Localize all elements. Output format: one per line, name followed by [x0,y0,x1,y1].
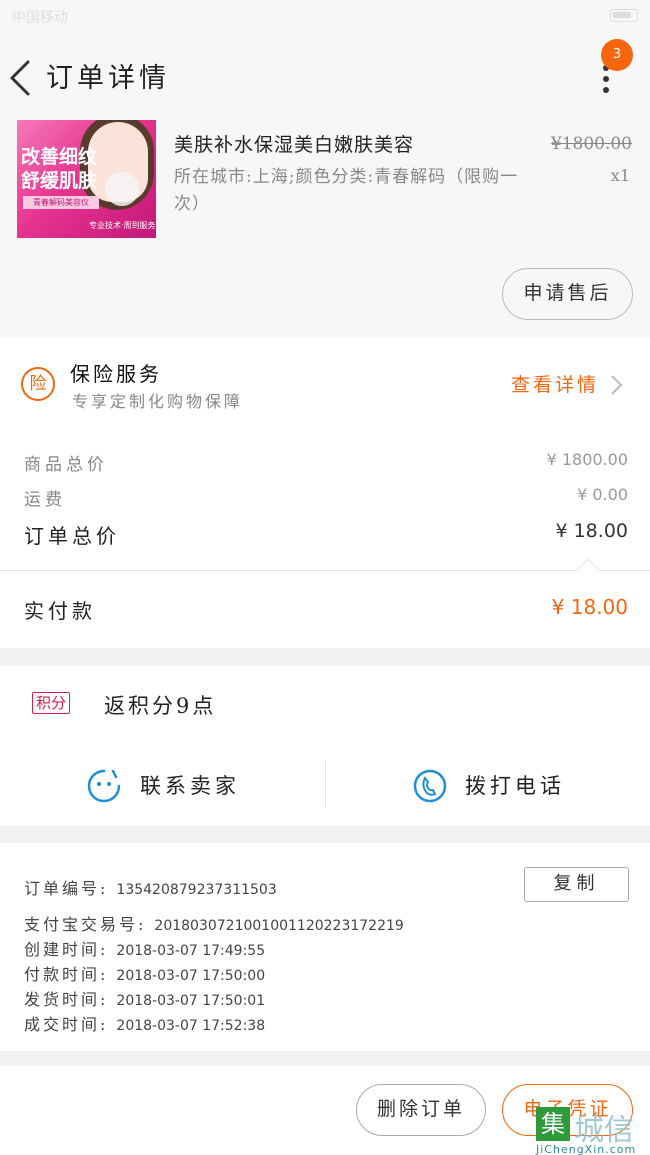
product-image-line2: 舒缓肌肤 [21,170,98,192]
shipping-label: 运费 [24,490,66,510]
order-number-value: 135420879237311503 [116,882,277,898]
goods-total-value: ¥ 1800.00 [546,450,628,469]
shipped-time-label: 发货时间: [24,990,109,1009]
order-info-section: 订单编号: 135420879237311503 复制 支付宝交易号: 201803… [0,843,650,1051]
product-image-line1: 改善细纹 [21,146,98,168]
alipay-value: 2018030721001001120223172219 [154,918,404,934]
product-title[interactable]: 美肤补水保湿美白嫩肤美容 [174,130,414,157]
order-total-label: 订单总价 [24,524,120,548]
back-arrow-icon[interactable] [4,58,36,98]
product-image[interactable]: 改善细纹 舒缓肌肤 青春解码美容仪 专业技术·周到服务 [17,120,156,238]
watermark-box: 集 [536,1107,570,1141]
points-text: 返积分9点 [104,694,217,718]
created-time-value: 2018-03-07 17:49:55 [116,943,266,959]
product-quantity: x1 [610,166,630,185]
delete-order-button[interactable]: 删除订单 [356,1084,486,1136]
points-tag: 积分 [32,692,71,714]
shipped-time-value: 2018-03-07 17:50:01 [116,993,266,1009]
product-section: 改善细纹 舒缓肌肤 青春解码美容仪 专业技术·周到服务 美肤补水保湿美白嫩肤美容… [0,120,650,338]
order-total-value: ¥ 18.00 [555,520,628,542]
contact-seller-button[interactable]: 联系卖家 [0,756,325,812]
battery-icon [610,9,638,22]
carrier-label: 中国移动 [12,10,68,26]
phone-icon [413,769,447,803]
completed-time-line: 成交时间: 2018-03-07 17:52:38 [24,1011,265,1035]
paid-time-label: 付款时间: [24,965,109,984]
product-original-price: ¥1800.00 [550,134,632,154]
product-image-line4: 专业技术·周到服务 [89,221,156,230]
nav-bar: 订单详情 3 [0,30,650,120]
paid-time-value: 2018-03-07 17:50:00 [116,968,266,984]
call-label: 拨打电话 [465,774,565,798]
paid-label: 实付款 [24,599,96,623]
points-section: 积分 返积分9点 联系卖家 拨打电话 [0,666,650,826]
completed-time-value: 2018-03-07 17:52:38 [116,1018,266,1034]
watermark-url: JiChengXin.com [536,1143,637,1155]
contact-seller-label: 联系卖家 [140,774,240,798]
copy-button[interactable]: 复制 [524,867,629,902]
product-image-line3: 青春解码美容仪 [23,196,99,209]
view-details-link[interactable]: 查看详情 [511,370,599,397]
goods-total-label: 商品总价 [24,455,108,475]
page-title: 订单详情 [46,63,170,94]
status-bar: 中国移动 [0,0,650,30]
paid-row: 实付款 ¥ 18.00 [0,558,650,648]
insurance-row[interactable]: 险 保险服务 专享定制化购物保障 查看详情 [0,338,650,430]
insurance-title: 保险服务 [70,362,162,386]
completed-time-label: 成交时间: [24,1015,109,1034]
alipay-line: 支付宝交易号: 2018030721001001120223172219 [24,911,404,935]
created-time-line: 创建时间: 2018-03-07 17:49:55 [24,936,265,960]
chevron-right-icon [611,375,623,395]
insurance-icon: 险 [21,367,55,401]
after-sale-button[interactable]: 申请售后 [502,268,633,320]
shipped-time-line: 发货时间: 2018-03-07 17:50:01 [24,986,265,1010]
shipping-value: ¥ 0.00 [577,485,628,504]
paid-value: ¥ 18.00 [551,595,628,619]
product-spec: 所在城市:上海;颜色分类:青春解码（限购一次） [174,167,519,214]
price-summary: 商品总价 ¥ 1800.00 运费 ¥ 0.00 订单总价 ¥ 18.00 [0,430,650,570]
order-number-label: 订单编号: [24,879,109,898]
paid-time-line: 付款时间: 2018-03-07 17:50:00 [24,961,265,985]
watermark-logo: 集 城信 JiChengXin.com [530,1105,650,1155]
notification-badge: 3 [601,39,633,71]
alipay-label: 支付宝交易号: [24,915,147,934]
order-number-line: 订单编号: 135420879237311503 [24,875,277,899]
created-time-label: 创建时间: [24,940,109,959]
call-button[interactable]: 拨打电话 [325,756,650,812]
insurance-subtitle: 专享定制化购物保障 [72,392,244,411]
chat-face-icon [87,769,121,803]
